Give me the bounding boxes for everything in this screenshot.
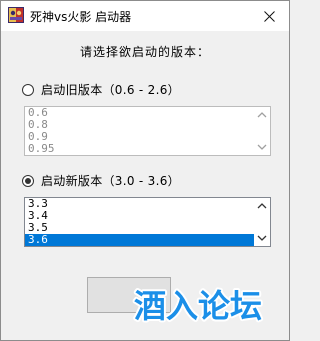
app-icon (8, 7, 24, 23)
list-item: 0.95 (28, 142, 55, 155)
title-bar: 死神vs火影 启动器 (1, 1, 289, 31)
list-item[interactable]: 3.3 (25, 198, 254, 210)
window-title: 死神vs火影 启动器 (30, 10, 132, 24)
new-version-list[interactable]: 3.3 3.4 3.5 3.6 (24, 197, 271, 247)
new-version-label: 启动新版本（3.0 - 3.6） (41, 174, 180, 188)
close-icon (263, 10, 275, 22)
list-item: 0.9 (28, 130, 48, 143)
version-prompt: 请选择欲启动的版本： (79, 45, 210, 59)
list-item[interactable]: 3.4 (25, 210, 254, 222)
list-item[interactable]: 3.5 (25, 222, 254, 234)
scroll-up-icon[interactable] (257, 202, 267, 210)
scroll-down-icon (257, 144, 267, 150)
forum-watermark: 酒入论坛 酒入论坛 (132, 285, 264, 325)
watermark-text: 酒入论坛 (134, 287, 262, 325)
scroll-up-icon (257, 112, 267, 118)
new-list-scrollbar[interactable] (254, 198, 270, 246)
launcher-window: 死神vs火影 启动器 请选择欲启动的版本： 启动旧版本（0.6 - 2.6） 0… (0, 0, 290, 341)
new-version-radio[interactable] (22, 174, 34, 187)
new-version-option[interactable]: 启动新版本（3.0 - 3.6） (22, 172, 180, 189)
old-list-scrollbar (254, 107, 270, 155)
old-version-label: 启动旧版本（0.6 - 2.6） (41, 83, 180, 97)
close-button[interactable] (249, 1, 289, 31)
old-version-radio[interactable] (22, 83, 34, 96)
list-item: 0.6 (28, 106, 48, 119)
list-item: 0.8 (28, 118, 48, 131)
old-version-list: 0.6 0.8 0.9 0.95 (24, 106, 271, 156)
old-version-option[interactable]: 启动旧版本（0.6 - 2.6） (22, 81, 180, 98)
scroll-down-icon[interactable] (257, 234, 267, 242)
list-item-selected[interactable]: 3.6 (25, 234, 254, 246)
